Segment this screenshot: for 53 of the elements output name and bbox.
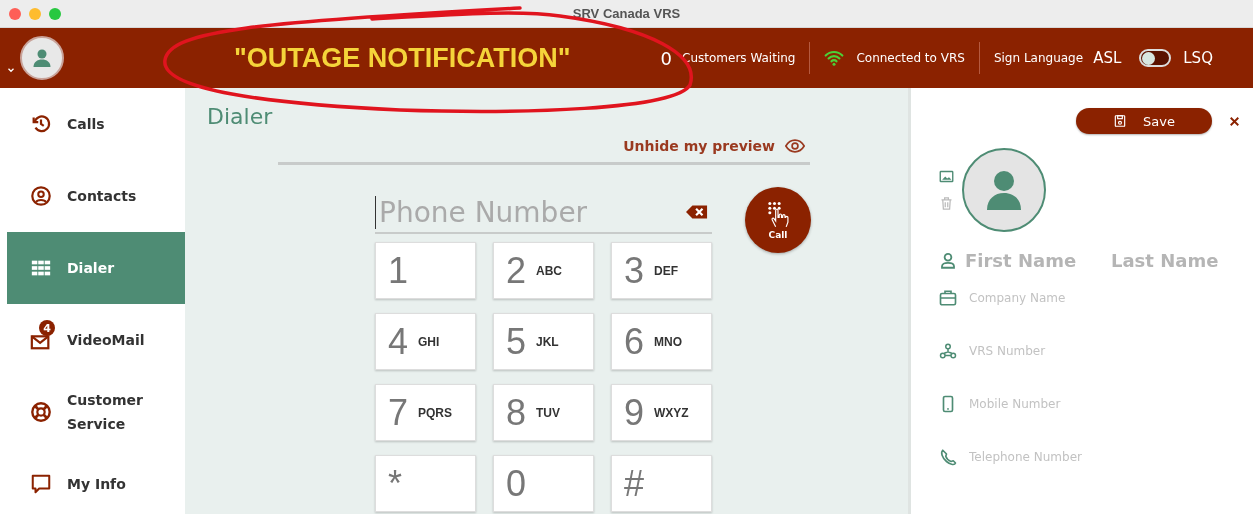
last-name-field[interactable]: Last Name <box>1111 250 1251 271</box>
wifi-icon <box>824 48 845 68</box>
language-option[interactable]: ASL <box>1093 49 1122 67</box>
contact-field[interactable]: Mobile Number <box>969 396 1189 411</box>
contact-icon <box>30 185 52 207</box>
save-button[interactable]: Save <box>1076 108 1212 134</box>
outage-notification: "OUTAGE NOTIFICATION" <box>234 42 571 74</box>
contact-field[interactable]: Telephone Number <box>969 449 1189 464</box>
keypad-key[interactable]: 8 TUV <box>493 384 594 441</box>
keypad-key[interactable]: 9 WXYZ <box>611 384 712 441</box>
close-icon[interactable] <box>1228 114 1241 128</box>
briefcase-icon <box>939 288 957 307</box>
sidebar-item[interactable]: Dialer <box>7 232 185 304</box>
sidebar-item[interactable]: 4 VideoMail <box>7 304 185 376</box>
first-name-field[interactable]: First Name <box>965 250 1105 271</box>
unread-badge: 4 <box>39 320 55 336</box>
window-title: SRV Canada VRS <box>572 6 681 21</box>
language-option[interactable]: LSQ <box>1183 49 1213 67</box>
language-toggle[interactable] <box>1139 49 1172 67</box>
contact-field[interactable]: Company Name <box>969 290 1189 305</box>
waiting-count: 0 <box>660 47 673 69</box>
page-title: Dialer <box>207 104 273 130</box>
sidebar-item[interactable]: Customer Service <box>7 376 185 448</box>
sidebar-item[interactable]: Contacts <box>7 160 185 232</box>
keypad-key[interactable]: 2 ABC <box>493 242 594 299</box>
connection-status: Connected to VRS <box>856 51 965 65</box>
unhide-preview-link[interactable]: Unhide my preview <box>623 138 775 154</box>
sign-language-label: Sign Language <box>993 51 1084 65</box>
phone-number-field[interactable]: Phone Number <box>375 195 682 229</box>
keypad-key[interactable]: 0 <box>493 455 594 512</box>
keypad-key[interactable]: 4 GHI <box>375 313 476 370</box>
keypad-key[interactable]: 3 DEF <box>611 242 712 299</box>
keypad-key[interactable]: 6 MNO <box>611 313 712 370</box>
person-icon <box>939 251 957 270</box>
keypad-key[interactable]: 1 <box>375 242 476 299</box>
phone-icon <box>939 447 957 466</box>
image-icon[interactable] <box>939 169 954 184</box>
keypad-key[interactable]: * <box>375 455 476 512</box>
sidebar-item[interactable]: Calls <box>7 88 185 160</box>
keypad-key[interactable]: 7 PQRS <box>375 384 476 441</box>
eye-icon[interactable] <box>785 136 805 156</box>
waiting-label: Customers Waiting <box>682 51 796 65</box>
user-avatar[interactable] <box>20 36 64 80</box>
close-button[interactable] <box>9 7 21 20</box>
speech-bubble-icon <box>30 473 52 495</box>
lifebuoy-icon <box>30 401 52 423</box>
sidebar-item[interactable]: My Info <box>7 448 185 514</box>
call-button[interactable]: Call <box>745 187 811 253</box>
keypad-key[interactable]: 5 JKL <box>493 313 594 370</box>
history-icon <box>30 113 52 135</box>
connection-nodes-icon <box>939 341 957 360</box>
contact-field[interactable]: VRS Number <box>969 343 1189 358</box>
keypad-key[interactable]: # <box>611 455 712 512</box>
